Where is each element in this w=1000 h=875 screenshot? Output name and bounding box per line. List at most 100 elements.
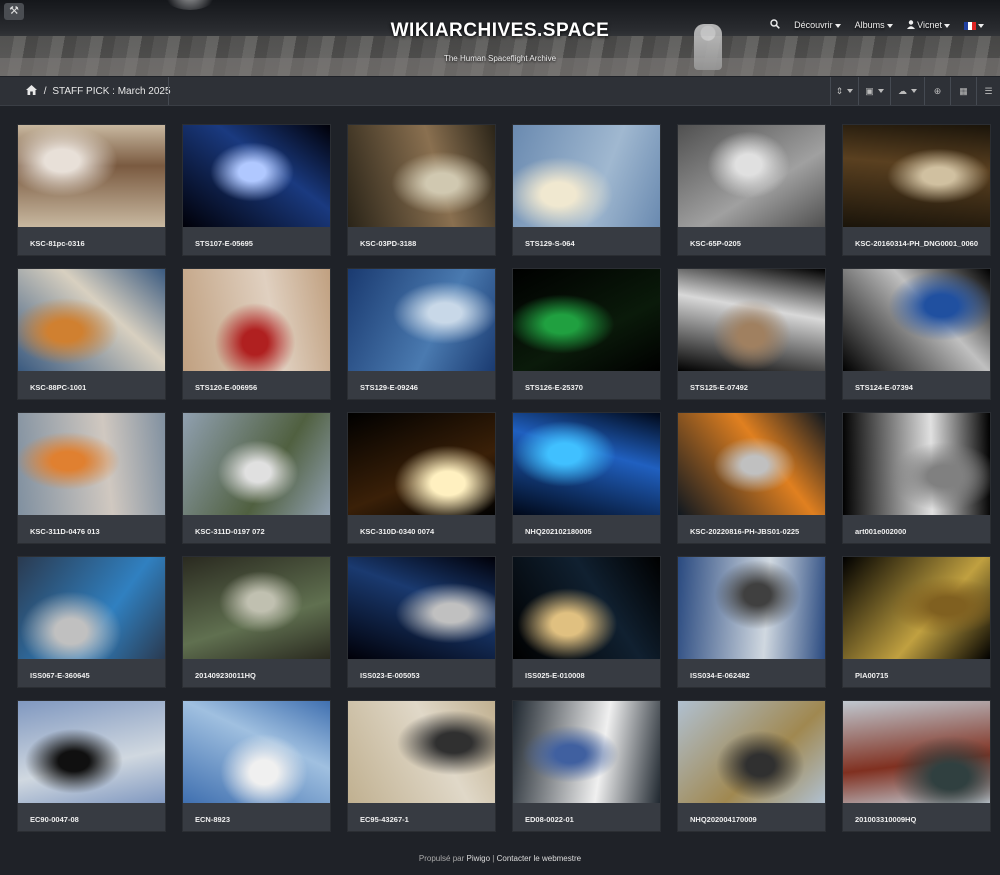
photo-card[interactable]: KSC-88PC-1001 [17,268,166,400]
sort-icon[interactable]: ⇕ [830,77,858,105]
photo-card[interactable]: ECN-8923 [182,700,331,832]
globe-icon[interactable]: ⊕ [924,77,950,105]
photo-card[interactable]: KSC-311D-0197 072 [182,412,331,544]
photo-title[interactable]: NHQ202102180005 [525,527,657,536]
photo-title[interactable]: KSC-65P-0205 [690,239,822,248]
photo-card[interactable]: KSC-310D-0340 0074 [347,412,496,544]
photo-title[interactable]: 201409230011HQ [195,671,327,680]
photo-thumbnail[interactable] [678,701,825,803]
photo-title[interactable]: STS129-E-09246 [360,383,492,392]
photo-card[interactable]: 201409230011HQ [182,556,331,688]
photo-title[interactable]: KSC-311D-0197 072 [195,527,327,536]
photo-card[interactable]: KSC-20160314-PH_DNG0001_0060 [842,124,991,256]
photo-thumbnail[interactable] [843,557,990,659]
photo-title[interactable]: STS124-E-07394 [855,383,987,392]
photo-card[interactable]: art001e002000 [842,412,991,544]
photo-thumbnail[interactable] [678,557,825,659]
photo-title[interactable]: EC95-43267-1 [360,815,492,824]
photo-thumbnail[interactable] [348,413,495,515]
photo-title[interactable]: STS120-E-006956 [195,383,327,392]
photo-title[interactable]: STS129-S-064 [525,239,657,248]
photo-thumbnail[interactable] [18,557,165,659]
photo-thumbnail[interactable] [678,125,825,227]
photo-card[interactable]: KSC-20220816-PH-JBS01-0225 [677,412,826,544]
home-icon[interactable] [26,85,37,95]
photo-thumbnail[interactable] [183,125,330,227]
download-icon[interactable]: ☁ [890,77,924,105]
image-size-icon[interactable]: ▣ [858,77,890,105]
photo-card[interactable]: STS107-E-05695 [182,124,331,256]
photo-thumbnail[interactable] [513,125,660,227]
photo-title[interactable]: ISS025-E-010008 [525,671,657,680]
photo-card[interactable]: ED08-0022-01 [512,700,661,832]
photo-thumbnail[interactable] [18,413,165,515]
photo-thumbnail[interactable] [183,269,330,371]
photo-card[interactable]: ISS067-E-360645 [17,556,166,688]
photo-card[interactable]: STS120-E-006956 [182,268,331,400]
photo-card[interactable]: KSC-65P-0205 [677,124,826,256]
tools-icon[interactable]: ⚒ [4,3,24,20]
photo-card[interactable]: KSC-03PD-3188 [347,124,496,256]
photo-title[interactable]: ED08-0022-01 [525,815,657,824]
photo-card[interactable]: STS129-S-064 [512,124,661,256]
menu-language[interactable] [964,20,984,30]
photo-card[interactable]: ISS025-E-010008 [512,556,661,688]
photo-card[interactable]: STS126-E-25370 [512,268,661,400]
photo-card[interactable]: PIA00715 [842,556,991,688]
photo-title[interactable]: STS125-E-07492 [690,383,822,392]
photo-thumbnail[interactable] [348,269,495,371]
photo-card[interactable]: EC95-43267-1 [347,700,496,832]
list-view-icon[interactable]: ☰ [976,77,1000,105]
photo-card[interactable]: STS124-E-07394 [842,268,991,400]
photo-title[interactable]: ISS067-E-360645 [30,671,162,680]
photo-title[interactable]: EC90-0047-08 [30,815,162,824]
photo-thumbnail[interactable] [513,413,660,515]
menu-discover[interactable]: Découvrir [794,20,841,30]
photo-thumbnail[interactable] [678,413,825,515]
photo-title[interactable]: KSC-88PC-1001 [30,383,162,392]
grid-view-icon[interactable]: ▦ [950,77,976,105]
photo-title[interactable]: STS107-E-05695 [195,239,327,248]
photo-title[interactable]: NHQ202004170009 [690,815,822,824]
search-icon[interactable] [770,19,780,31]
photo-thumbnail[interactable] [678,269,825,371]
photo-card[interactable]: KSC-81pc-0316 [17,124,166,256]
photo-thumbnail[interactable] [513,557,660,659]
photo-card[interactable]: EC90-0047-08 [17,700,166,832]
photo-thumbnail[interactable] [183,413,330,515]
menu-user[interactable]: Vicnet [906,20,950,30]
photo-thumbnail[interactable] [843,413,990,515]
photo-title[interactable]: KSC-310D-0340 0074 [360,527,492,536]
piwigo-link[interactable]: Piwigo [466,854,490,863]
photo-thumbnail[interactable] [348,701,495,803]
photo-thumbnail[interactable] [843,125,990,227]
photo-card[interactable]: KSC-311D-0476 013 [17,412,166,544]
photo-thumbnail[interactable] [348,557,495,659]
photo-thumbnail[interactable] [183,557,330,659]
photo-card[interactable]: STS125-E-07492 [677,268,826,400]
photo-title[interactable]: KSC-20160314-PH_DNG0001_0060 [855,239,987,248]
photo-title[interactable]: ISS023-E-005053 [360,671,492,680]
photo-thumbnail[interactable] [513,701,660,803]
menu-albums[interactable]: Albums [855,20,893,30]
photo-title[interactable]: STS126-E-25370 [525,383,657,392]
photo-card[interactable]: ISS034-E-062482 [677,556,826,688]
contact-link[interactable]: Contacter le webmestre [497,854,581,863]
photo-card[interactable]: NHQ202004170009 [677,700,826,832]
photo-thumbnail[interactable] [843,701,990,803]
photo-card[interactable]: ISS023-E-005053 [347,556,496,688]
photo-thumbnail[interactable] [18,269,165,371]
photo-title[interactable]: ISS034-E-062482 [690,671,822,680]
photo-thumbnail[interactable] [513,269,660,371]
photo-thumbnail[interactable] [348,125,495,227]
photo-title[interactable]: PIA00715 [855,671,987,680]
photo-thumbnail[interactable] [18,701,165,803]
photo-card[interactable]: STS129-E-09246 [347,268,496,400]
photo-card[interactable]: 201003310009HQ [842,700,991,832]
photo-title[interactable]: KSC-81pc-0316 [30,239,162,248]
photo-title[interactable]: ECN-8923 [195,815,327,824]
photo-card[interactable]: NHQ202102180005 [512,412,661,544]
photo-thumbnail[interactable] [843,269,990,371]
photo-title[interactable]: KSC-20220816-PH-JBS01-0225 [690,527,822,536]
photo-thumbnail[interactable] [18,125,165,227]
